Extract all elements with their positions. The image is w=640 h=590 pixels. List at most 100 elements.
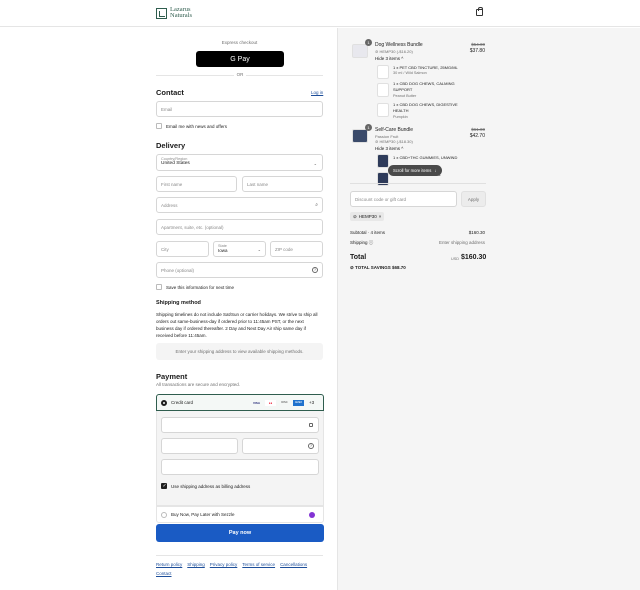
tag-icon: ⊘ xyxy=(375,49,379,54)
shipping-label-text: Shipping xyxy=(350,240,368,245)
help-icon[interactable]: ⓘ xyxy=(369,240,374,245)
zip-field[interactable]: ZIP code xyxy=(270,241,323,257)
subitem-name: 1 x CBD DOG CHEWS, DIGESTIVE HEALTH xyxy=(393,102,458,113)
quantity-badge: 1 xyxy=(365,124,372,131)
cancellations-link[interactable]: Cancellations xyxy=(280,562,307,567)
return-policy-link[interactable]: Return policy xyxy=(156,562,182,567)
more-cards-badge: +3 xyxy=(309,400,315,405)
toggle-items-button[interactable]: Hide 3 items ^ xyxy=(375,56,403,61)
shopping-bag-icon[interactable] xyxy=(476,7,483,16)
currency-label: USD xyxy=(451,257,460,261)
billing-label: Use shipping address as billing address xyxy=(171,484,251,489)
mastercard-icon: ●● xyxy=(265,400,276,406)
country-value: United States xyxy=(161,161,190,166)
news-checkbox[interactable] xyxy=(156,123,162,129)
tag-icon: ⊘ xyxy=(350,265,354,270)
discount-code-tag: ⊘ HEMP30 × xyxy=(350,212,385,221)
login-link[interactable]: Log in xyxy=(311,90,323,95)
savings-value: $68.70 xyxy=(391,265,406,270)
contact-link[interactable]: Contact xyxy=(156,571,172,576)
last-name-field[interactable]: Last name xyxy=(242,176,323,192)
shipping-methods-notice: Enter your shipping address to view avai… xyxy=(156,343,323,360)
product-thumbnail xyxy=(352,129,368,143)
help-icon[interactable]: ? xyxy=(308,443,314,449)
scroll-hint-pill[interactable]: Scroll for more items ↓ xyxy=(388,165,442,176)
total-label: Total xyxy=(350,254,367,261)
shipping-info-line: business day if ordered thereafter. 2 Da… xyxy=(156,326,306,331)
name-on-card-field[interactable] xyxy=(161,459,319,475)
expiration-field[interactable] xyxy=(161,438,238,454)
credit-card-label: Credit card xyxy=(171,400,194,405)
shipping-method-heading: Shipping method xyxy=(156,300,201,306)
billing-checkbox[interactable] xyxy=(161,483,167,489)
phone-field[interactable]: Phone (optional) ? xyxy=(156,262,323,278)
visa-icon: VISA xyxy=(252,401,260,405)
subitem-thumbnail xyxy=(377,83,389,97)
total-value: $160.30 xyxy=(461,254,487,261)
subitem-name: 1 x CBD+THC GUMMIES, UNWIND xyxy=(393,155,458,160)
toggle-items-button[interactable]: Hide 3 items ^ xyxy=(375,146,403,151)
city-field[interactable]: City xyxy=(156,241,209,257)
toggle-items-label: Hide 3 items xyxy=(375,56,401,61)
apply-button[interactable]: Apply xyxy=(461,191,486,207)
email-field[interactable]: Email xyxy=(156,101,323,117)
chevron-up-icon: ^ xyxy=(401,146,404,151)
sezzle-icon xyxy=(309,512,315,518)
order-summary: 1 Dog Wellness Bundle ⊘ HEMP30 (-$16.20)… xyxy=(337,28,640,590)
item-discount-text: HEMP30 (-$16.20) xyxy=(379,49,413,54)
google-pay-button[interactable]: G Pay xyxy=(196,51,284,67)
item-discount: ⊘ HEMP30 (-$16.20) xyxy=(375,49,413,54)
express-checkout-title: Express checkout xyxy=(221,40,258,45)
amex-icon: AMEX xyxy=(293,400,304,406)
close-icon[interactable]: × xyxy=(379,214,382,219)
state-select[interactable]: State Iowa ⌄ xyxy=(213,241,266,257)
credit-card-option[interactable]: Credit card VISA ●● DISC AMEX +3 xyxy=(156,394,324,411)
old-price: $54.00 xyxy=(471,42,485,47)
shipping-label: Shipping ⓘ xyxy=(350,240,373,246)
payment-subtitle: All transactions are secure and encrypte… xyxy=(156,382,241,387)
terms-link[interactable]: Terms of service xyxy=(242,562,275,567)
product-thumbnail xyxy=(352,44,368,58)
total-savings: ⊘ TOTAL SAVINGS $68.70 xyxy=(350,265,406,271)
quantity-badge: 1 xyxy=(365,39,372,46)
privacy-policy-link[interactable]: Privacy policy xyxy=(210,562,238,567)
checkout-form: Express checkout G Pay OR Contact Log in… xyxy=(0,28,337,590)
shipping-info-line: received before 11:45am. xyxy=(156,333,207,338)
save-info-checkbox[interactable] xyxy=(156,284,162,290)
apartment-field[interactable]: Apartment, suite, etc. (optional) xyxy=(156,219,323,235)
brand-logo[interactable]: Lazarus Naturals xyxy=(156,6,193,19)
footer-divider xyxy=(156,555,323,556)
shipping-info-text: Shipping timelines do not include Sat/Su… xyxy=(156,311,326,339)
card-details-panel: ? Use shipping address as billing addres… xyxy=(156,411,324,506)
subtotal-label: Subtotal · 4 items xyxy=(350,230,386,235)
lock-icon xyxy=(309,423,313,427)
price: $37.80 xyxy=(469,48,485,54)
chevron-up-icon: ^ xyxy=(401,56,404,61)
old-price: $61.00 xyxy=(471,127,485,132)
brand-name: Lazarus Naturals xyxy=(170,6,193,19)
first-name-field[interactable]: First name xyxy=(156,176,237,192)
address-placeholder: Address xyxy=(161,202,178,208)
subitem-thumbnail xyxy=(377,65,389,79)
help-icon[interactable]: ? xyxy=(312,267,318,273)
radio-selected[interactable] xyxy=(161,400,167,406)
item-name: Dog Wellness Bundle xyxy=(375,42,423,48)
divider xyxy=(350,183,486,184)
country-select[interactable]: Country/Region United States ⌄ xyxy=(156,154,323,171)
sezzle-option[interactable]: Buy Now, Pay Later with Sezzle xyxy=(156,506,324,523)
discount-code-field[interactable]: Discount code or gift card xyxy=(350,191,457,207)
shipping-info-line: Shipping timelines do not include Sat/Su… xyxy=(156,312,318,317)
tag-icon: ⊘ xyxy=(375,139,379,144)
discount-code-text: HEMP30 xyxy=(358,214,377,219)
pay-now-button[interactable]: Pay now xyxy=(156,524,324,542)
card-number-field[interactable] xyxy=(161,417,319,433)
brand-line2: Naturals xyxy=(170,12,193,19)
address-field[interactable]: Address ⌕ xyxy=(156,197,323,213)
chevron-down-icon: ⌄ xyxy=(257,247,261,252)
shipping-info-line: orders out same-business-day if ordered … xyxy=(156,319,304,324)
security-code-field[interactable]: ? xyxy=(242,438,319,454)
footer-links: Return policy Shipping Privacy policy Te… xyxy=(156,562,307,567)
shipping-link[interactable]: Shipping xyxy=(187,562,205,567)
payment-heading: Payment xyxy=(156,372,188,381)
radio-unselected[interactable] xyxy=(161,512,167,518)
